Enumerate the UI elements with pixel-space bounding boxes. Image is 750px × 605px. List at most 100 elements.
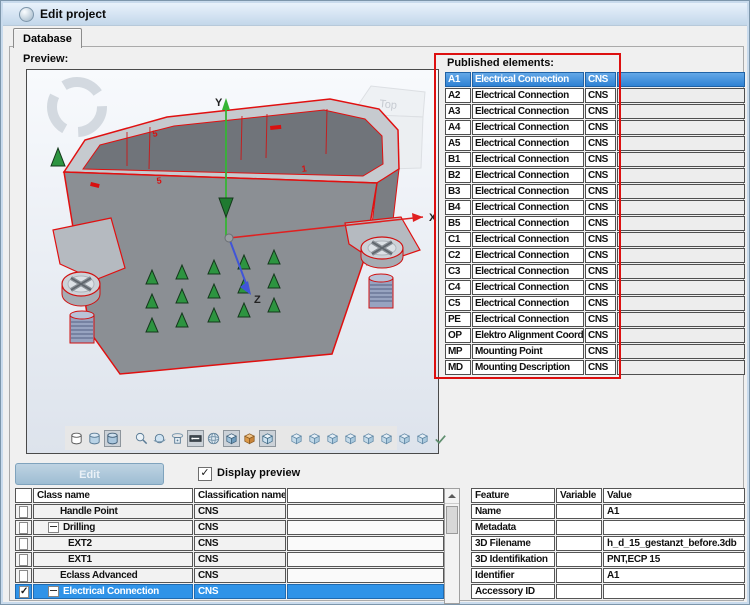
class-table-row[interactable]: EXT1CNS	[15, 552, 444, 567]
class-row-label: Electrical Connection	[63, 585, 159, 598]
published-row[interactable]: A2Electrical ConnectionCNS	[445, 88, 745, 103]
published-row[interactable]: B1Electrical ConnectionCNS	[445, 152, 745, 167]
published-row[interactable]: A4Electrical ConnectionCNS	[445, 120, 745, 135]
class-row-checkbox[interactable]	[19, 538, 28, 550]
titlebar[interactable]: Edit project	[3, 3, 747, 26]
class-row-label: EXT2	[68, 537, 92, 550]
published-row[interactable]: A1Electrical ConnectionCNS	[445, 72, 745, 87]
feature-cell: 3D Identifikation	[471, 552, 555, 567]
shaded-box-icon[interactable]	[223, 430, 240, 447]
preview-3d-viewport[interactable]: Top Front	[26, 69, 439, 454]
published-row-id-cell: MD	[445, 360, 471, 375]
published-row-id-cell: A1	[445, 72, 471, 87]
feature-table-row[interactable]: 3D Identifikation PNT,ECP 15	[471, 552, 745, 567]
display-preview-checkbox[interactable]: ✓	[198, 467, 212, 481]
class-row-name-cell: Electrical Connection	[33, 584, 193, 599]
published-row-class-cell: CNS	[585, 232, 616, 247]
x-axis-label: X	[429, 212, 437, 224]
feature-table-row[interactable]: 3D Filenameh_d_15_gestanzt_before.3db	[471, 536, 745, 551]
measure-icon[interactable]	[187, 430, 204, 447]
edges-box-icon[interactable]	[259, 430, 276, 447]
class-row-check-cell	[15, 552, 32, 567]
mesh-sphere-icon[interactable]	[205, 430, 222, 447]
turntable-icon[interactable]	[169, 430, 186, 447]
class-row-checkbox[interactable]	[19, 554, 28, 566]
class-row-checkbox[interactable]	[19, 570, 28, 582]
cylinder-solid-icon[interactable]	[104, 430, 121, 447]
published-row[interactable]: A5Electrical ConnectionCNS	[445, 136, 745, 151]
right-screw	[361, 237, 403, 308]
feature-table-row[interactable]: Accessory ID	[471, 584, 745, 599]
scrollbar-thumb[interactable]	[446, 506, 458, 534]
cylinder-shaded-icon[interactable]	[86, 430, 103, 447]
class-table-row[interactable]: DrillingCNS	[15, 520, 444, 535]
class-row-classification-cell: CNS	[194, 552, 286, 567]
published-row[interactable]: A3Electrical ConnectionCNS	[445, 104, 745, 119]
class-table-row[interactable]: Handle PointCNS	[15, 504, 444, 519]
class-row-label: Drilling	[63, 521, 95, 534]
published-row-name-cell: Electrical Connection	[472, 136, 584, 151]
published-elements-label: Published elements:	[447, 57, 554, 69]
published-row[interactable]: C3Electrical ConnectionCNS	[445, 264, 745, 279]
class-table-row[interactable]: EXT2CNS	[15, 536, 444, 551]
feature-table-row[interactable]: IdentifierA1	[471, 568, 745, 583]
edit-button[interactable]: Edit	[15, 463, 164, 485]
published-row-name-cell: Electrical Connection	[472, 104, 584, 119]
class-table-row[interactable]: Eclass AdvancedCNS	[15, 568, 444, 583]
published-row-name-cell: Electrical Connection	[472, 264, 584, 279]
value-cell: A1	[603, 568, 745, 583]
class-table-row[interactable]: ✓Electrical ConnectionCNS	[15, 584, 444, 599]
published-row[interactable]: MPMounting PointCNS	[445, 344, 745, 359]
published-row-empty-cell	[617, 184, 745, 199]
view-back-icon[interactable]	[306, 430, 323, 447]
class-row-checkbox[interactable]: ✓	[19, 586, 29, 598]
class-row-checkbox[interactable]	[19, 522, 28, 534]
published-row-empty-cell	[617, 264, 745, 279]
class-table-scrollbar[interactable]	[444, 488, 460, 604]
published-row[interactable]: C4Electrical ConnectionCNS	[445, 280, 745, 295]
feature-table-row[interactable]: Metadata	[471, 520, 745, 535]
scroll-up-arrow-icon[interactable]	[445, 489, 459, 504]
view-left-icon[interactable]	[324, 430, 341, 447]
expand-collapse-icon[interactable]	[48, 522, 59, 533]
class-row-checkbox[interactable]	[19, 506, 28, 518]
material-box-icon[interactable]	[241, 430, 258, 447]
expand-collapse-icon[interactable]	[48, 586, 59, 597]
published-row-empty-cell	[617, 72, 745, 87]
published-row[interactable]: C5Electrical ConnectionCNS	[445, 296, 745, 311]
zoom-icon[interactable]	[133, 430, 150, 447]
published-row[interactable]: B2Electrical ConnectionCNS	[445, 168, 745, 183]
view-iso-icon[interactable]	[396, 430, 413, 447]
published-row-name-cell: Electrical Connection	[472, 168, 584, 183]
feature-cell: Metadata	[471, 520, 555, 535]
published-row[interactable]: OPElektro Alignment CoordsysCNS	[445, 328, 745, 343]
cylinder-outline-icon[interactable]	[68, 430, 85, 447]
published-row[interactable]: C1Electrical ConnectionCNS	[445, 232, 745, 247]
published-row[interactable]: B4Electrical ConnectionCNS	[445, 200, 745, 215]
view-dimetric-icon[interactable]	[414, 430, 431, 447]
orbit-icon[interactable]	[151, 430, 168, 447]
published-row-empty-cell	[617, 248, 745, 263]
view-bottom-icon[interactable]	[378, 430, 395, 447]
feature-table-row[interactable]: NameA1	[471, 504, 745, 519]
published-row-class-cell: CNS	[585, 184, 616, 199]
published-row-name-cell: Electrical Connection	[472, 152, 584, 167]
published-row[interactable]: B5Electrical ConnectionCNS	[445, 216, 745, 231]
edit-project-window: Edit project Database Preview: Published…	[0, 0, 750, 605]
view-top-icon[interactable]	[360, 430, 377, 447]
published-row[interactable]: B3Electrical ConnectionCNS	[445, 184, 745, 199]
published-row-empty-cell	[617, 360, 745, 375]
published-row[interactable]: C2Electrical ConnectionCNS	[445, 248, 745, 263]
class-row-check-cell: ✓	[15, 584, 32, 599]
view-front-icon[interactable]	[288, 430, 305, 447]
apply-view-icon[interactable]	[432, 430, 449, 447]
class-row-empty-cell	[287, 568, 444, 583]
published-row[interactable]: MDMounting DescriptionCNS	[445, 360, 745, 375]
orbit-widget-icon[interactable]	[52, 82, 102, 132]
class-row-check-cell	[15, 568, 32, 583]
value-cell: PNT,ECP 15	[603, 552, 745, 567]
tab-database[interactable]: Database	[13, 28, 82, 48]
published-row[interactable]: PEElectrical ConnectionCNS	[445, 312, 745, 327]
value-cell: A1	[603, 504, 745, 519]
view-right-icon[interactable]	[342, 430, 359, 447]
